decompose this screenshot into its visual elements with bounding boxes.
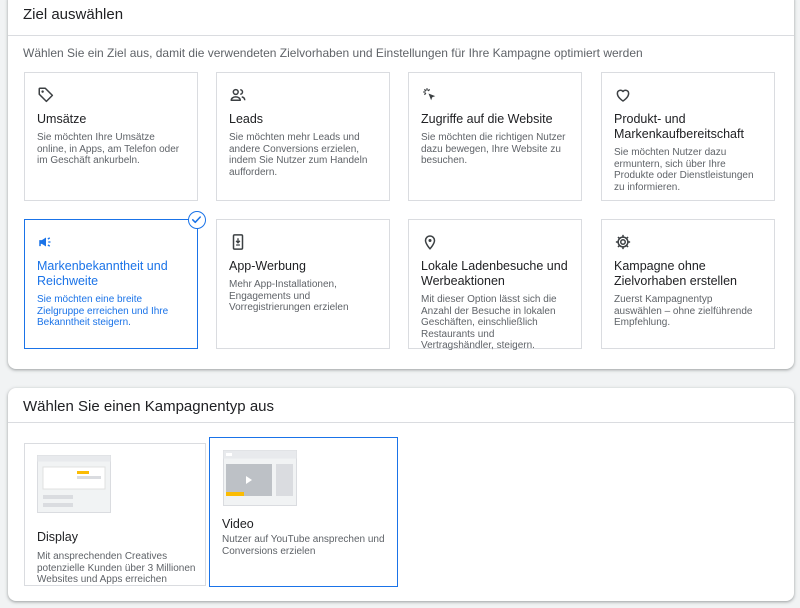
display-illustration bbox=[37, 455, 111, 518]
goal-card-product-consideration[interactable]: Produkt- und Markenkaufbereitschaft Sie … bbox=[601, 72, 775, 201]
gear-icon bbox=[614, 233, 632, 251]
goal-section-title: Ziel auswählen bbox=[23, 6, 124, 23]
goal-card-description: Sie möchten Nutzer dazu ermuntern, sich … bbox=[614, 147, 754, 193]
selected-check-icon bbox=[188, 211, 206, 229]
megaphone-icon bbox=[37, 233, 55, 251]
phone-download-icon bbox=[229, 233, 247, 251]
goal-card-title: Markenbekanntheit und Reichweite bbox=[37, 259, 168, 288]
goal-card-description: Sie möchten Ihre Umsätze online, in Apps… bbox=[37, 132, 180, 166]
campaign-type-card-video[interactable]: Video Nutzer auf YouTube ansprechen und … bbox=[209, 437, 398, 587]
goal-card-description: Sie möchten die richtigen Nutzer dazu be… bbox=[421, 132, 566, 166]
goal-card-website-traffic[interactable]: Zugriffe auf die Website Sie möchten die… bbox=[408, 72, 582, 201]
goal-card-description: Sie möchten eine breite Zielgruppe errei… bbox=[37, 294, 169, 328]
goal-card-title: Leads bbox=[229, 112, 264, 126]
goal-card-title: App-Werbung bbox=[229, 259, 306, 273]
campaign-type-title: Wählen Sie einen Kampagnentyp aus bbox=[23, 398, 275, 415]
heart-icon bbox=[614, 86, 632, 104]
campaign-type-panel: Wählen Sie einen Kampagnentyp aus Displa… bbox=[8, 388, 794, 601]
goal-section-subtitle: Wählen Sie ein Ziel aus, damit die verwe… bbox=[23, 46, 643, 60]
goal-card-app-promotion[interactable]: App-Werbung Mehr App-Installationen, Eng… bbox=[216, 219, 390, 349]
goal-card-title: Kampagne ohne Zielvorhaben erstellen bbox=[614, 259, 737, 288]
goal-card-leads[interactable]: Leads Sie möchten mehr Leads und andere … bbox=[216, 72, 390, 201]
tag-icon bbox=[37, 86, 55, 104]
goal-card-local-store-visits[interactable]: Lokale Ladenbesuche und Werbeaktionen Mi… bbox=[408, 219, 582, 351]
goal-selection-panel: Ziel auswählen Wählen Sie ein Ziel aus, … bbox=[8, 0, 794, 369]
goal-card-description: Mehr App-Installationen, Engagements und… bbox=[229, 279, 349, 313]
goal-card-title: Umsätze bbox=[37, 112, 87, 126]
goal-card-description: Zuerst Kampagnentyp auswählen – ohne zie… bbox=[614, 294, 753, 328]
campaign-type-description: Nutzer auf YouTube ansprechen und Conver… bbox=[222, 534, 385, 557]
goal-card-no-goal[interactable]: Kampagne ohne Zielvorhaben erstellen Zue… bbox=[601, 219, 775, 349]
goal-section-header: Ziel auswählen bbox=[8, 0, 794, 36]
location-pin-icon bbox=[421, 233, 439, 251]
campaign-type-title: Display bbox=[37, 530, 78, 544]
goal-card-description: Sie möchten mehr Leads und andere Conver… bbox=[229, 132, 368, 178]
campaign-type-title: Video bbox=[222, 517, 254, 531]
cursor-click-icon bbox=[421, 86, 439, 104]
video-illustration bbox=[223, 450, 297, 511]
goal-card-title: Produkt- und Markenkaufbereitschaft bbox=[614, 112, 744, 141]
goal-card-title: Zugriffe auf die Website bbox=[421, 112, 553, 126]
goal-card-sales[interactable]: Umsätze Sie möchten Ihre Umsätze online,… bbox=[24, 72, 198, 201]
campaign-type-description: Mit ansprechenden Creatives potenzielle … bbox=[37, 551, 196, 585]
people-icon bbox=[229, 86, 247, 104]
goal-card-brand-awareness[interactable]: Markenbekanntheit und Reichweite Sie möc… bbox=[24, 211, 206, 349]
goal-card-title: Lokale Ladenbesuche und Werbeaktionen bbox=[421, 259, 568, 288]
campaign-type-card-display[interactable]: Display Mit ansprechenden Creatives pote… bbox=[24, 443, 206, 586]
campaign-type-header: Wählen Sie einen Kampagnentyp aus bbox=[8, 388, 794, 423]
goal-card-description: Mit dieser Option lässt sich die Anzahl … bbox=[421, 294, 557, 351]
